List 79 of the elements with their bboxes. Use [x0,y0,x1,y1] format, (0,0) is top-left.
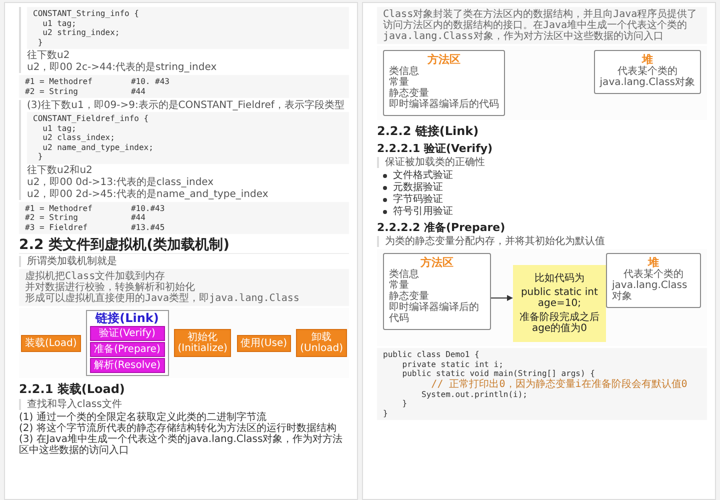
box-title: 方法区 [426,53,462,66]
code-line: System.out.println(i); [420,390,528,399]
code-line: u2 string_index; [42,28,121,38]
section-heading: 2.2.1 装载(Load) [19,382,126,397]
section-heading: 2.2.2 链接(Link) [377,124,480,139]
code-line: 虚拟机把Class文件加载到内存 [25,271,166,282]
list-item: (2) 将这个字节流所代表的静态存储结构转化为方法区的运行时数据结构 [19,423,336,434]
paragraph: 所谓类加载机制就是 [27,256,118,267]
list-item: (1) 通过一个类的全限定名获取定义此类的二进制字节流 [19,412,266,423]
paragraph: 保证被加载类的正确性 [385,157,486,168]
box-title: 堆 [648,256,660,269]
box-text: 静态变量 [389,291,429,302]
paragraph: u2，即00 2c->44:代表的是string_index [27,62,218,73]
paragraph: u2，即00 2d->45:代表的是name_and_type_index [27,188,270,200]
bullet-icon [383,198,387,202]
stage-box: 卸载 (Unload) [296,329,347,357]
code-line: #1 = Methodref #10.#43 [25,204,166,213]
code-line: 形成可以虚拟机直接使用的Java类型，即java.lang.Class [25,293,300,304]
bullet-icon [383,210,387,214]
code-line: } [36,38,44,47]
code-line: // 正常打印出0，因为静态变量i在准备阶段会有默认值0 [430,378,688,390]
code-line: } [36,152,44,162]
box-text: 类信息 [389,66,419,77]
list-item: 文件格式验证 [393,170,453,182]
box-title: 方法区 [419,256,454,269]
code-line: #1 = Methodref #10. #43 [25,77,170,86]
code-line: public static void main(String[] args) { [401,369,596,378]
code-line: private static int i; [401,360,504,369]
stage-box: 使用(Use) [236,334,291,352]
box-text: 代表某个类的 [617,66,678,77]
subsection-heading: 2.2.2.1 验证(Verify) [377,142,494,155]
code-line: public class Demo1 { [383,350,480,360]
box-text: 常量 [389,77,409,88]
code-line: #2 = String #44 [25,86,146,96]
code-line: CONSTANT_Fieldref_info { [33,114,150,124]
code-line: 并对数据进行校验，转换解析和初始化 [25,282,196,293]
box-text: 常量 [389,280,409,291]
box-text: 即时编译器编译后的代码 [389,302,480,324]
paragraph: (3)往下数u1，即09->9:表示的是CONSTANT_Fieldref，表示字段类型 [27,100,346,111]
paragraph: 往下数u2 [27,50,71,61]
list-item: 元数据验证 [393,182,443,194]
paragraph: 为类的静态变量分配内存，并将其初始化为默认值 [385,236,606,247]
paragraph: 查找和导入class文件 [27,399,123,410]
code-line: Class对象封装了类在方法区内的数据结构，并且向Java程序员提供了访问方法区内的数据结构的接口。在Java堆中生成一个代表这个类的java.lang.Class对象，作为对方法区中这些数据的访问入口 [383,9,698,42]
stage-box: 装载(Load) [21,334,81,352]
list-item: 符号引用验证 [393,206,453,218]
stage-box: 解析(Resolve) [90,358,165,373]
note-text: 准备阶段完成之后age的值为0 [518,312,600,334]
code-line: u1 tag; [42,18,76,28]
code-line: CONSTANT_String_info { [33,9,140,18]
box-text: 代表某个类的 [624,269,684,280]
code-line: u2 name_and_type_index; [42,142,154,152]
code-line: #3 = Fieldref #13.#45 [25,222,166,232]
box-text: java.lang.Class对象 [600,77,695,88]
note-text: public static int age=10; [520,287,599,309]
stage-box: 验证(Verify) [90,326,165,341]
list-item: (3) 在Java堆中生成一个代表这个类的java.lang.Class对象，作为对方法区中这些数据的访问入口 [19,434,344,456]
list-item: 字节码验证 [393,194,443,206]
box-text: 静态变量 [389,88,429,99]
box-title: 堆 [642,53,654,66]
code-line: } [401,399,408,408]
stage-box: 准备(Prepare) [90,342,165,357]
bullet-icon [383,174,387,178]
stage-box: 初始化 (Initialize) [174,329,232,357]
paragraph: u2，即00 0d->13:代表的是class_index [27,176,215,188]
code-line: u2 class_index; [42,133,116,142]
box-text: java.lang.Class对象 [612,280,688,302]
code-line: u1 tag; [42,124,76,133]
arrow [490,294,513,300]
paragraph: 往下数u2和u2 [27,164,94,176]
subsection-heading: 2.2.2.2 准备(Prepare) [377,221,506,234]
box-text: 即时编译器编译后的代码 [389,99,499,110]
section-heading: 2.2 类文件到虚拟机(类加载机制) [19,237,349,254]
code-line: #2 = String #44 [25,213,146,222]
bullet-icon [383,186,387,190]
box-text: 类信息 [389,269,419,280]
code-line: } [383,408,389,418]
group-title: 链接(Link) [94,312,160,325]
note-text: 比如代码为 [534,273,584,284]
